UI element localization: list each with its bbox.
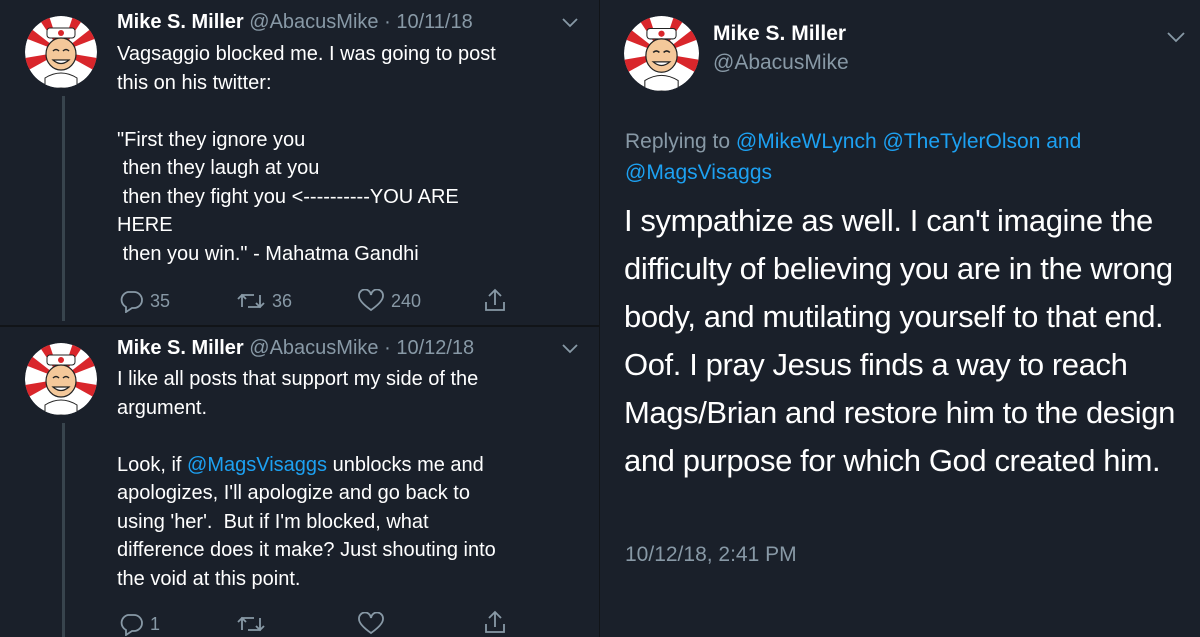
avatar[interactable] [25, 16, 97, 88]
separator-dot: · [384, 11, 391, 33]
retweet-icon [237, 293, 265, 309]
right-screenshot: Mike S. Miller @AbacusMike Replying to @… [600, 0, 1200, 637]
avatar[interactable] [25, 343, 97, 415]
thread-line [62, 96, 65, 321]
like-icon [358, 612, 384, 635]
display-name[interactable]: Mike S. Miller [713, 22, 846, 46]
like-icon [358, 289, 384, 312]
tweet-separator [0, 325, 600, 327]
left-screenshot: Mike S. Miller @AbacusMike · 10/11/18 Va… [0, 0, 600, 637]
reply-button[interactable]: 1 [118, 612, 160, 636]
chevron-down-icon[interactable] [560, 339, 580, 360]
like-button[interactable] [357, 612, 391, 636]
user-handle[interactable]: @AbacusMike [249, 337, 378, 359]
share-icon [485, 610, 505, 633]
user-handle[interactable]: @AbacusMike [713, 51, 849, 75]
mention-link[interactable]: @MagsVisaggs [187, 454, 327, 476]
share-icon [485, 288, 505, 311]
tweet-timestamp[interactable]: 10/12/18, 2:41 PM [625, 543, 797, 567]
reply-count: 1 [150, 613, 161, 634]
display-name[interactable]: Mike S. Miller [117, 337, 244, 359]
avatar-image [25, 343, 97, 415]
chevron-down-icon[interactable] [560, 13, 580, 34]
retweet-icon [237, 616, 265, 632]
avatar-image [624, 16, 699, 91]
tweet-text: I sympathize as well. I can't imagine th… [624, 203, 1175, 478]
retweet-button[interactable]: 36 [236, 289, 292, 313]
avatar[interactable] [624, 16, 699, 91]
tweet1-header: Mike S. Miller @AbacusMike · 10/11/18 [117, 11, 473, 34]
mention-link[interactable]: @MikeWLynch [736, 130, 877, 153]
display-name[interactable]: Mike S. Miller [117, 11, 244, 33]
reply-count: 35 [150, 290, 171, 311]
replying-and: and [1040, 130, 1082, 153]
replying-prefix: Replying to [625, 130, 736, 153]
avatar-image [25, 16, 97, 88]
reply-button[interactable]: 35 [118, 289, 170, 313]
tweet2-text: I like all posts that support my side of… [117, 365, 587, 593]
user-handle[interactable]: @AbacusMike [249, 11, 378, 33]
tweet-date[interactable]: 10/11/18 [396, 11, 472, 33]
thread-line [62, 423, 65, 637]
replying-to: Replying to @MikeWLynch @TheTylerOlson a… [625, 126, 1185, 188]
reply-icon [120, 614, 143, 636]
retweet-count: 36 [272, 290, 293, 311]
share-button[interactable] [483, 287, 507, 313]
mention-link[interactable]: @TheTylerOlson [883, 130, 1041, 153]
tweet1-text: Vagsaggio blocked me. I was going to pos… [117, 43, 496, 265]
like-count: 240 [391, 290, 422, 311]
retweet-button[interactable] [236, 612, 272, 636]
tweet-date[interactable]: 10/12/18 [396, 337, 474, 359]
reply-icon [120, 291, 143, 313]
mention-link[interactable]: @MagsVisaggs [625, 161, 772, 184]
separator-dot: · [384, 337, 391, 359]
tweet2-header: Mike S. Miller @AbacusMike · 10/12/18 [117, 337, 474, 360]
like-button[interactable]: 240 [357, 289, 421, 313]
share-button[interactable] [483, 609, 507, 635]
chevron-down-icon[interactable] [1165, 28, 1187, 49]
